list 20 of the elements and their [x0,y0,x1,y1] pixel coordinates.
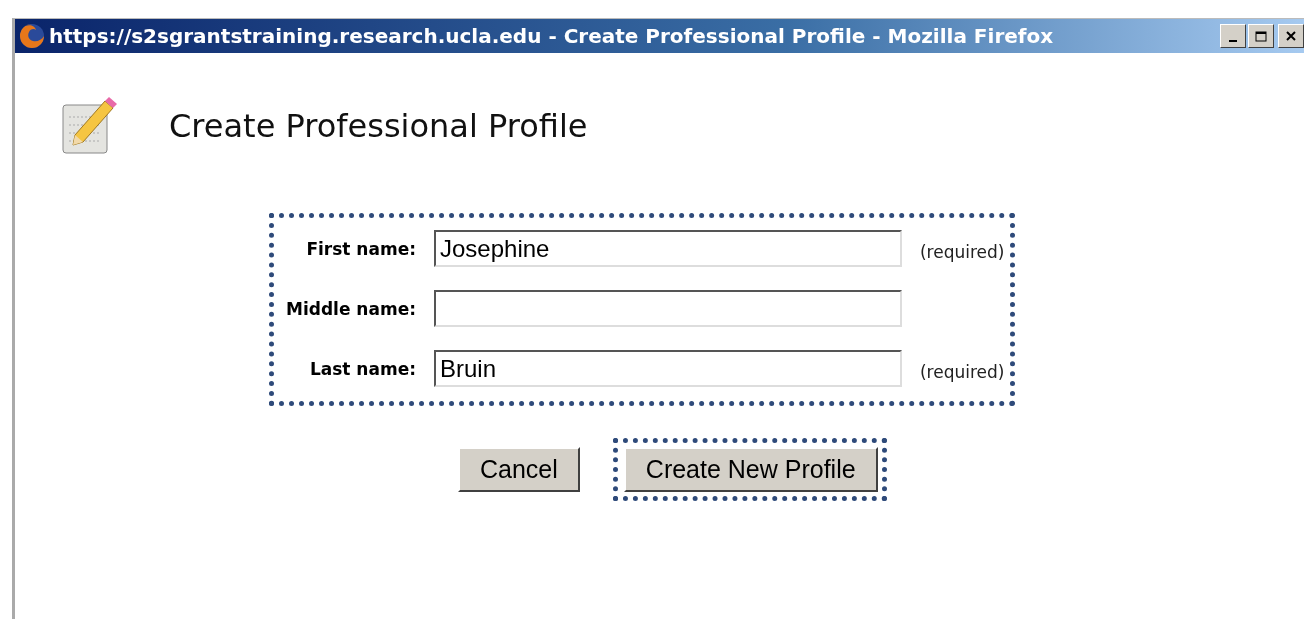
input-field[interactable]: Josephine [434,230,902,267]
page-heading: Create Professional Profile [169,107,588,145]
close-icon [1285,30,1297,42]
form-button[interactable]: Cancel [458,447,580,492]
input-field[interactable]: Bruin [434,350,902,387]
maximize-button[interactable] [1248,24,1274,48]
browser-logo-icon [19,23,45,49]
minimize-icon [1229,40,1237,42]
minimize-button[interactable] [1220,24,1246,48]
field-label: First name: [305,238,416,259]
close-button[interactable] [1278,24,1304,48]
field-label: Middle name: [286,298,416,319]
input-field[interactable] [434,290,902,327]
field-label: Last name: [308,358,416,379]
required-note: (required) [920,240,1005,262]
window-title: https://s2sgrantstraining.research.ucla.edu - Create Professional Profile - Mozilla Firefox [49,24,1055,48]
required-note: (required) [920,360,1005,382]
notepad-pencil-icon [61,95,117,157]
form-button[interactable]: Create New Profile [623,447,878,492]
maximize-icon [1255,30,1267,42]
